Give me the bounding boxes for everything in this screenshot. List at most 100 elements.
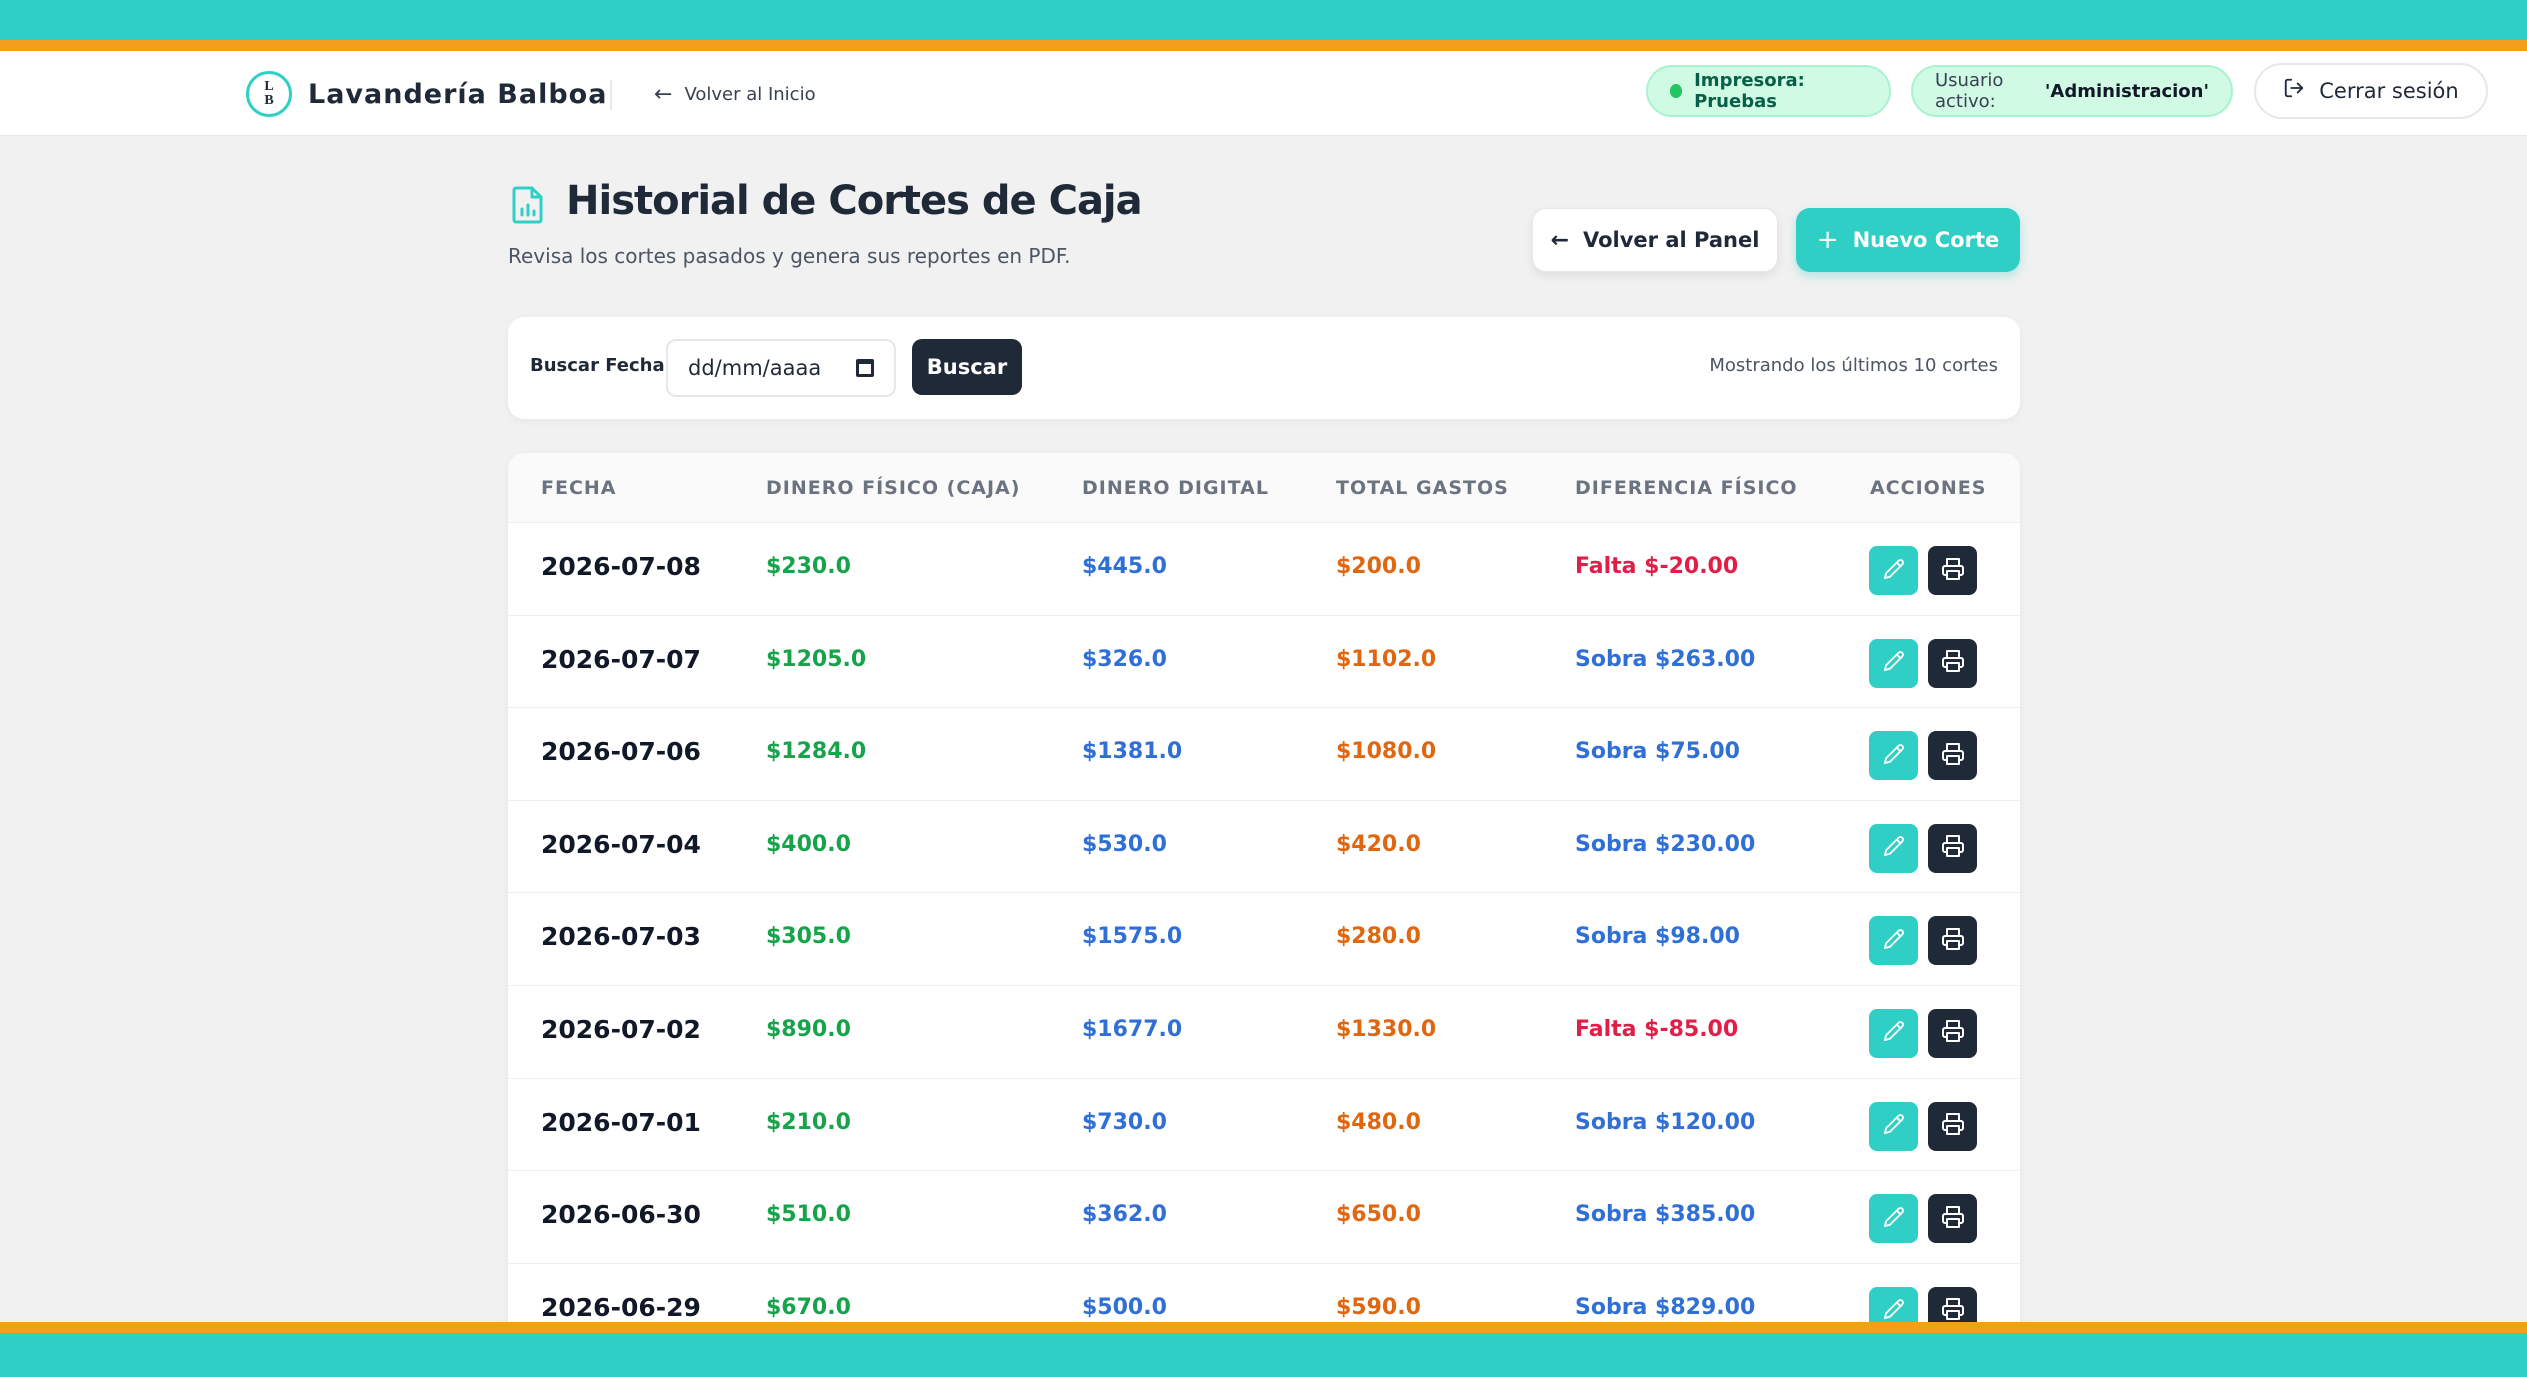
cell-fecha: 2026-06-30	[541, 1200, 701, 1230]
nav-divider	[610, 80, 612, 110]
column-header-acciones: ACCIONES	[1870, 477, 1987, 499]
table-row: 2026-07-01 $210.0 $730.0 $480.0 Sobra $120.0…	[508, 1079, 2020, 1172]
cell-dinero-fisico: $305.0	[766, 924, 851, 950]
printer-icon	[1941, 742, 1965, 770]
edit-button[interactable]	[1869, 731, 1918, 781]
print-button[interactable]	[1928, 638, 1977, 688]
table-row: 2026-07-02 $890.0 $1677.0 $1330.0 Falta $-85…	[508, 986, 2020, 1079]
cell-dinero-digital: $500.0	[1082, 1294, 1167, 1320]
back-to-panel-button[interactable]: ← Volver al Panel	[1532, 208, 1778, 272]
date-input-placeholder: dd/mm/aaaa	[688, 356, 822, 380]
print-button[interactable]	[1928, 916, 1977, 966]
logout-button[interactable]: Cerrar sesión	[2254, 63, 2488, 119]
date-input[interactable]: dd/mm/aaaa	[666, 339, 896, 397]
cell-dinero-fisico: $1205.0	[766, 646, 867, 672]
cell-diferencia: Falta $-20.00	[1575, 554, 1739, 579]
cell-total-gastos: $1080.0	[1336, 739, 1437, 765]
back-home-link[interactable]: ← Volver al Inicio	[654, 79, 816, 109]
pencil-icon	[1883, 928, 1905, 954]
arrow-left-icon: ←	[654, 81, 673, 107]
cuts-table: FECHA DINERO FÍSICO (CAJA) DINERO DIGITA…	[508, 453, 2020, 1333]
top-orange-stripe	[0, 40, 2527, 51]
cell-dinero-fisico: $230.0	[766, 554, 851, 579]
printer-icon	[1941, 1112, 1965, 1140]
pencil-icon	[1883, 835, 1905, 861]
back-to-panel-label: Volver al Panel	[1583, 228, 1760, 252]
active-user-label: Usuario activo:	[1935, 70, 2004, 112]
column-header-dinero-fisico: DINERO FÍSICO (CAJA)	[766, 477, 1021, 499]
cell-total-gastos: $1330.0	[1336, 1016, 1437, 1042]
bottom-teal-band	[0, 1333, 2527, 1377]
cell-dinero-fisico: $1284.0	[766, 739, 867, 765]
top-teal-band	[0, 0, 2527, 40]
print-button[interactable]	[1928, 546, 1977, 595]
column-header-dinero-digital: DINERO DIGITAL	[1082, 477, 1269, 499]
edit-button[interactable]	[1869, 823, 1918, 873]
column-header-fecha: FECHA	[541, 477, 617, 499]
page-subtitle: Revisa los cortes pasados y genera sus r…	[508, 244, 1071, 268]
table-row: 2026-07-07 $1205.0 $326.0 $1102.0 Sobra $263…	[508, 616, 2020, 709]
pencil-icon	[1883, 743, 1905, 769]
table-row: 2026-07-06 $1284.0 $1381.0 $1080.0 Sobra $75…	[508, 708, 2020, 801]
new-cut-button[interactable]: + Nuevo Corte	[1796, 208, 2020, 272]
calendar-icon[interactable]	[856, 359, 874, 377]
cell-dinero-digital: $445.0	[1082, 554, 1167, 579]
cell-fecha: 2026-06-29	[541, 1292, 701, 1322]
cell-dinero-digital: $530.0	[1082, 831, 1167, 857]
printer-status-badge: Impresora: Pruebas	[1646, 65, 1891, 117]
cell-diferencia: Sobra $75.00	[1575, 739, 1740, 765]
cell-diferencia: Sobra $829.00	[1575, 1294, 1756, 1320]
cell-total-gastos: $200.0	[1336, 554, 1421, 579]
cell-total-gastos: $420.0	[1336, 831, 1421, 857]
pencil-icon	[1883, 1298, 1905, 1324]
printer-icon	[1941, 557, 1965, 585]
cell-diferencia: Sobra $385.00	[1575, 1202, 1756, 1228]
edit-button[interactable]	[1869, 1008, 1918, 1058]
pencil-icon	[1883, 650, 1905, 676]
column-header-diferencia: DIFERENCIA FÍSICO	[1575, 477, 1798, 499]
print-button[interactable]	[1928, 731, 1977, 781]
print-button[interactable]	[1928, 823, 1977, 873]
pencil-icon	[1883, 558, 1905, 584]
new-cut-label: Nuevo Corte	[1852, 228, 2000, 252]
edit-button[interactable]	[1869, 1101, 1918, 1151]
cell-dinero-digital: $1381.0	[1082, 739, 1183, 765]
cell-fecha: 2026-07-08	[541, 552, 701, 581]
cell-diferencia: Sobra $230.00	[1575, 831, 1756, 857]
edit-button[interactable]	[1869, 638, 1918, 688]
cell-total-gastos: $590.0	[1336, 1294, 1421, 1320]
edit-button[interactable]	[1869, 546, 1918, 595]
print-button[interactable]	[1928, 1194, 1977, 1244]
cell-dinero-digital: $1677.0	[1082, 1016, 1183, 1042]
search-button[interactable]: Buscar	[912, 339, 1022, 395]
table-body: 2026-07-08 $230.0 $445.0 $200.0 Falta $-20.0…	[508, 523, 2020, 1333]
cell-dinero-digital: $1575.0	[1082, 924, 1183, 950]
cell-dinero-fisico: $400.0	[766, 831, 851, 857]
print-button[interactable]	[1928, 1101, 1977, 1151]
navbar: L B Lavandería Balboa ← Volver al Inicio…	[0, 51, 2527, 136]
printer-icon	[1941, 1019, 1965, 1047]
cell-total-gastos: $480.0	[1336, 1109, 1421, 1135]
pencil-icon	[1883, 1206, 1905, 1232]
arrow-left-icon: ←	[1550, 227, 1570, 253]
cell-dinero-fisico: $510.0	[766, 1202, 851, 1228]
cell-fecha: 2026-07-07	[541, 644, 701, 674]
logo-letter-l: L	[264, 79, 274, 94]
table-header: FECHA DINERO FÍSICO (CAJA) DINERO DIGITA…	[508, 453, 2020, 523]
table-row: 2026-07-04 $400.0 $530.0 $420.0 Sobra $230.0…	[508, 801, 2020, 894]
bottom-orange-stripe	[0, 1322, 2527, 1333]
cell-diferencia: Sobra $98.00	[1575, 924, 1740, 950]
active-user-name: 'Administracion'	[2044, 80, 2209, 102]
brand[interactable]: L B Lavandería Balboa	[246, 70, 607, 118]
cell-diferencia: Sobra $263.00	[1575, 646, 1756, 672]
status-dot-icon	[1670, 84, 1683, 98]
pencil-icon	[1883, 1020, 1905, 1046]
cell-fecha: 2026-07-06	[541, 737, 701, 767]
active-user-badge: Usuario activo: 'Administracion'	[1911, 65, 2233, 117]
edit-button[interactable]	[1869, 1194, 1918, 1244]
print-button[interactable]	[1928, 1008, 1977, 1058]
table-row: 2026-07-08 $230.0 $445.0 $200.0 Falta $-20.0…	[508, 523, 2020, 616]
printer-icon	[1941, 649, 1965, 677]
edit-button[interactable]	[1869, 916, 1918, 966]
printer-icon	[1941, 927, 1965, 955]
